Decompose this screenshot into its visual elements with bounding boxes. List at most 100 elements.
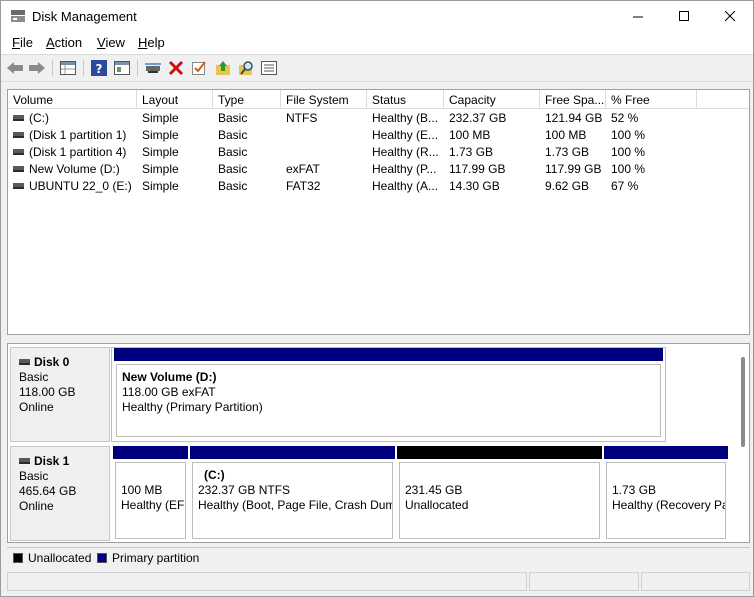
unallocated-space[interactable]: 231.45 GB Unallocated [397, 446, 602, 541]
type-cell: Basic [218, 128, 248, 142]
column-header-volume[interactable]: Volume [8, 90, 137, 109]
disk-0-state: Online [19, 400, 54, 414]
column-header-percent-free[interactable]: % Free [606, 90, 697, 109]
delete-icon [168, 60, 184, 76]
pane-splitter[interactable] [1, 335, 753, 343]
back-button[interactable] [5, 59, 25, 77]
status-cell: Healthy (A... [372, 179, 439, 193]
capacity-cell: 117.99 GB [449, 162, 506, 176]
status-bar [7, 570, 750, 592]
volume-name: (C:) [29, 111, 49, 125]
partition-size: 231.45 GB [405, 483, 463, 497]
status-cell: Healthy (R... [372, 145, 439, 159]
volume-list-header: Volume Layout Type File System Status Ca… [8, 90, 749, 109]
help-button[interactable]: ? [89, 59, 109, 77]
title-bar[interactable]: Disk Management [1, 1, 753, 32]
free-space-cell: 117.99 GB [545, 162, 602, 176]
connect-disk-button[interactable] [143, 59, 163, 77]
volume-cell: (Disk 1 partition 1) [8, 128, 137, 144]
up-folder-button[interactable] [213, 59, 233, 77]
menu-help[interactable]: Help [138, 35, 165, 50]
percent-free-cell: 67 % [611, 179, 639, 193]
properties-button[interactable] [58, 59, 78, 77]
table-row[interactable]: New Volume (D:) Simple Basic exFAT Healt… [8, 161, 749, 178]
table-row[interactable]: (C:) Simple Basic NTFS Healthy (B... 232… [8, 110, 749, 127]
partition-status: Unallocated [405, 498, 469, 512]
legend-swatch-primary [97, 553, 107, 563]
column-header-file-system[interactable]: File System [281, 90, 367, 109]
type-cell: Basic [218, 179, 248, 193]
search-folder-icon [239, 61, 253, 75]
toolbar-separator [52, 60, 53, 76]
column-header-type[interactable]: Type [213, 90, 281, 109]
drive-icon [13, 148, 24, 155]
volume-list[interactable]: Volume Layout Type File System Status Ca… [7, 89, 750, 335]
layout-cell: Simple [142, 145, 179, 159]
status-bar-pane [529, 572, 639, 591]
column-header-free-space[interactable]: Free Spa... [540, 90, 606, 109]
help-icon: ? [91, 60, 107, 76]
column-header-status[interactable]: Status [367, 90, 444, 109]
partition-size: 232.37 GB NTFS [198, 483, 291, 497]
free-space-cell: 9.62 GB [545, 179, 590, 193]
maximize-button[interactable] [661, 1, 707, 32]
volume-cell: New Volume (D:) [8, 162, 137, 178]
drive-icon [13, 131, 24, 138]
disk-1-label[interactable]: Disk 1 Basic 465.64 GB Online [10, 446, 110, 541]
disk-graphical-view[interactable]: Disk 0 Basic 118.00 GB Online New Volume… [7, 343, 750, 543]
back-arrow-icon [7, 62, 23, 74]
disk-view-scrollbar[interactable] [741, 357, 745, 447]
forward-button[interactable] [27, 59, 47, 77]
disk-0-label[interactable]: Disk 0 Basic 118.00 GB Online [10, 347, 110, 442]
percent-free-cell: 100 % [611, 162, 646, 176]
disk-0-partitions: New Volume (D:) 118.00 GB exFAT Healthy … [111, 347, 666, 442]
status-cell: Healthy (B... [372, 111, 439, 125]
partition-name [121, 468, 185, 483]
delete-button[interactable] [166, 59, 186, 77]
toolbar: ? [1, 54, 753, 82]
maximize-icon [678, 11, 689, 21]
table-row[interactable]: UBUNTU 22_0 (E:) Simple Basic FAT32 Heal… [8, 178, 749, 195]
layout-cell: Simple [142, 111, 179, 125]
partition-name [612, 468, 725, 483]
partition-d[interactable]: New Volume (D:) 118.00 GB exFAT Healthy … [114, 348, 663, 441]
legend: Unallocated Primary partition [7, 547, 750, 569]
file-system-cell [281, 128, 367, 144]
svg-text:?: ? [96, 62, 103, 76]
menu-action[interactable]: Action [46, 35, 82, 50]
partition-c[interactable]: (C:) 232.37 GB NTFS Healthy (Boot, Page … [190, 446, 395, 541]
legend-label-primary: Primary partition [112, 551, 200, 565]
file-system-cell: exFAT [286, 162, 320, 176]
percent-free-cell: 100 % [611, 145, 646, 159]
menu-file[interactable]: File [12, 35, 33, 50]
partition-efi[interactable]: 100 MB Healthy (EF [113, 446, 188, 541]
minimize-button[interactable] [615, 1, 661, 32]
list-view-button[interactable] [259, 59, 279, 77]
show-hide-button[interactable] [112, 59, 132, 77]
legend-swatch-unallocated [13, 553, 23, 563]
partition-status: Healthy (EF [121, 498, 185, 512]
check-button[interactable] [189, 59, 209, 77]
partition-recovery[interactable]: 1.73 GB Healthy (Recovery Pa [604, 446, 728, 541]
list-icon [261, 61, 277, 75]
partition-bar [113, 446, 188, 459]
drive-icon [13, 114, 24, 121]
volume-cell: (C:) [8, 111, 137, 127]
toolbar-separator [137, 60, 138, 76]
menu-view[interactable]: View [97, 35, 125, 50]
volume-cell: UBUNTU 22_0 (E:) [8, 179, 137, 195]
column-header-capacity[interactable]: Capacity [444, 90, 540, 109]
close-button[interactable] [707, 1, 753, 32]
drive-icon [13, 165, 24, 172]
disk-name-text: Disk 0 [34, 355, 70, 369]
column-header-layout[interactable]: Layout [137, 90, 213, 109]
drive-icon [19, 358, 30, 365]
drive-icon [19, 457, 30, 464]
file-system-cell: NTFS [286, 111, 318, 125]
search-folder-button[interactable] [236, 59, 256, 77]
table-row[interactable]: (Disk 1 partition 4) Simple Basic Health… [8, 144, 749, 161]
table-row[interactable]: (Disk 1 partition 1) Simple Basic Health… [8, 127, 749, 144]
volume-cell: (Disk 1 partition 4) [8, 145, 137, 161]
file-system-cell: FAT32 [286, 179, 321, 193]
partition-body: 100 MB Healthy (EF [115, 462, 186, 539]
